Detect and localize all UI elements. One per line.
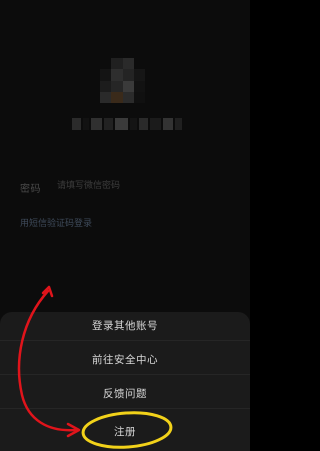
divider bbox=[0, 408, 250, 409]
sms-login-link[interactable]: 用短信验证码登录 bbox=[20, 216, 92, 229]
red-arrow-tail-hook bbox=[41, 285, 54, 298]
login-screen: 密码 用短信验证码登录 登录其他账号 前往安全中心 反馈问题 注册 bbox=[0, 0, 250, 451]
divider bbox=[0, 340, 250, 341]
account-name-blurred bbox=[72, 118, 183, 130]
feedback-option[interactable]: 反馈问题 bbox=[0, 380, 250, 408]
avatar bbox=[100, 58, 145, 103]
password-label: 密码 bbox=[20, 184, 41, 195]
security-center-option[interactable]: 前往安全中心 bbox=[0, 346, 250, 374]
register-option[interactable]: 注册 bbox=[0, 418, 250, 446]
login-other-account-option[interactable]: 登录其他账号 bbox=[0, 312, 250, 340]
password-input[interactable] bbox=[57, 179, 207, 193]
action-sheet: 登录其他账号 前往安全中心 反馈问题 注册 bbox=[0, 312, 250, 451]
divider bbox=[0, 374, 250, 375]
